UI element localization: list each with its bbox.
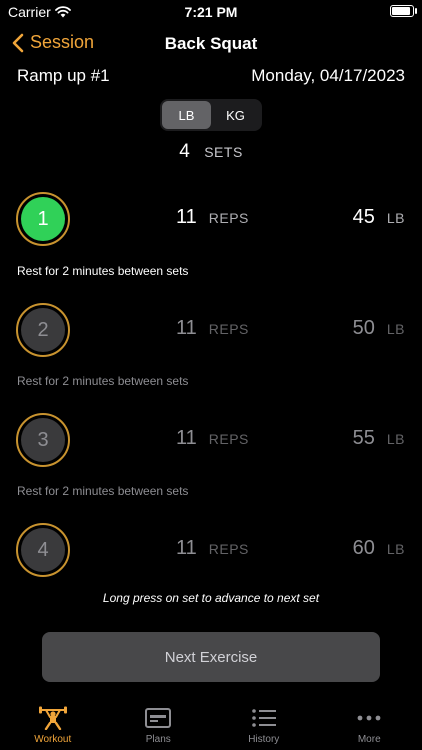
reps-unit: REPS [208, 321, 249, 337]
tab-workout[interactable]: Workout [0, 700, 106, 750]
unit-toggle: LB KG [160, 99, 262, 131]
tab-more[interactable]: More [317, 700, 422, 750]
plans-card-icon [145, 708, 172, 728]
set-number: 4 [21, 528, 65, 572]
ramp-label: Ramp up #1 [17, 66, 110, 85]
set-reps: 11 REPS [176, 206, 249, 229]
set-number-button[interactable]: 3 [16, 413, 70, 467]
set-number: 3 [21, 418, 65, 462]
weight-value: 45 [352, 206, 375, 228]
weight-unit: LB [386, 321, 405, 337]
reps-value: 11 [176, 206, 197, 228]
set-number-button[interactable]: 4 [16, 523, 70, 577]
set-row[interactable]: 2 11 REPS 50 LB [0, 303, 422, 359]
reps-unit: REPS [208, 431, 249, 447]
set-weight: 45 LB [353, 206, 405, 229]
tab-history-label: History [248, 734, 280, 745]
weight-unit: LB [386, 210, 405, 226]
set-weight: 60 LB [353, 537, 405, 560]
set-number-button[interactable]: 1 [16, 192, 70, 246]
list-icon [251, 709, 276, 727]
tab-more-label: More [357, 734, 381, 745]
unit-kg-option[interactable]: KG [211, 101, 260, 129]
reps-value: 11 [176, 427, 197, 449]
weight-value: 50 [352, 317, 375, 339]
rest-note: Rest for 2 minutes between sets [17, 374, 189, 388]
reps-value: 11 [176, 537, 197, 559]
battery-icon [390, 5, 417, 17]
set-number-button[interactable]: 2 [16, 303, 70, 357]
set-reps: 11 REPS [176, 537, 249, 560]
tab-plans-label: Plans [145, 734, 171, 745]
weight-value: 55 [352, 427, 375, 449]
sets-count: 4 SETS [0, 141, 422, 163]
weightlifter-icon [38, 706, 67, 730]
status-bar: Carrier 7:21 PM [0, 0, 422, 24]
set-weight: 55 LB [353, 427, 405, 450]
weight-unit: LB [386, 541, 405, 557]
rest-note: Rest for 2 minutes between sets [17, 484, 189, 498]
session-info: Ramp up #1 Monday, 04/17/2023 [17, 66, 405, 86]
page-title: Back Squat [164, 34, 258, 53]
weight-value: 60 [352, 537, 375, 559]
reps-unit: REPS [208, 541, 249, 557]
sets-count-label: SETS [204, 144, 243, 160]
set-row[interactable]: 4 11 REPS 60 LB [0, 523, 422, 579]
session-date: Monday, 04/17/2023 [251, 66, 405, 85]
navigation-bar: Session Back Squat [0, 28, 422, 58]
tab-plans[interactable]: Plans [106, 700, 212, 750]
long-press-hint: Long press on set to advance to next set [102, 591, 320, 605]
weight-unit: LB [386, 431, 405, 447]
tab-history[interactable]: History [211, 700, 317, 750]
tab-workout-label: Workout [34, 734, 72, 745]
set-row[interactable]: 1 11 REPS 45 LB [0, 192, 422, 248]
sets-count-number: 4 [179, 141, 190, 162]
next-exercise-button[interactable]: Next Exercise [42, 632, 380, 682]
more-dots-icon [357, 715, 381, 721]
set-reps: 11 REPS [176, 427, 249, 450]
rest-note: Rest for 2 minutes between sets [17, 264, 189, 278]
set-reps: 11 REPS [176, 317, 249, 340]
tab-bar: Workout Plans History More [0, 700, 422, 750]
set-row[interactable]: 3 11 REPS 55 LB [0, 413, 422, 469]
reps-unit: REPS [208, 210, 249, 226]
set-number: 1 [21, 197, 65, 241]
set-number: 2 [21, 308, 65, 352]
reps-value: 11 [176, 317, 197, 339]
set-weight: 50 LB [353, 317, 405, 340]
status-time: 7:21 PM [184, 4, 238, 20]
unit-lb-option[interactable]: LB [162, 101, 211, 129]
